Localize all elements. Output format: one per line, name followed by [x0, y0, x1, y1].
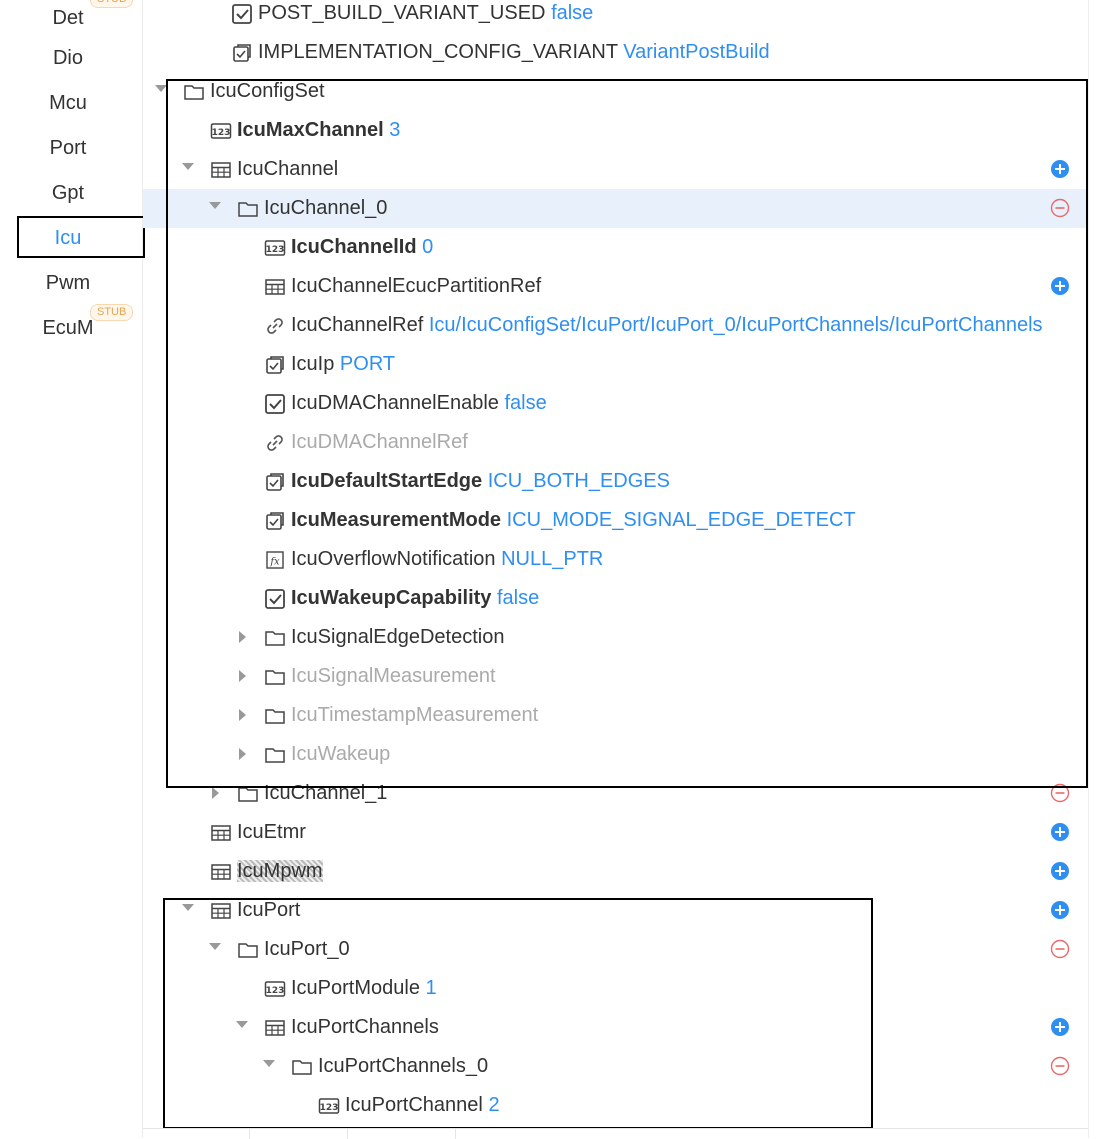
tree-node-label[interactable]: POST_BUILD_VARIANT_USED false — [258, 0, 593, 33]
tree-row-icu-etmr[interactable]: IcuEtmr — [143, 813, 1088, 852]
sidebar-item-gpt[interactable]: Gpt — [0, 175, 136, 211]
add-circle-icon[interactable] — [1050, 861, 1070, 881]
add-circle-icon[interactable] — [1050, 822, 1070, 842]
sidebar-item-label: Mcu — [49, 92, 87, 114]
sidebar-item-label: Pwm — [45, 272, 91, 294]
sidebar-item-label: Dio — [52, 47, 83, 69]
tree-node-label[interactable]: IMPLEMENTATION_CONFIG_VARIANT VariantPos… — [258, 33, 770, 72]
tree-node-name: IcuEtmr — [237, 821, 306, 843]
checkbox-icon — [231, 3, 253, 25]
tree-node-value[interactable]: VariantPostBuild — [623, 41, 769, 63]
tree-row-implementation-config-variant[interactable]: IMPLEMENTATION_CONFIG_VARIANT VariantPos… — [143, 33, 1088, 72]
sidebar-item-dio[interactable]: Dio — [0, 40, 136, 76]
bottom-tab-strip — [143, 1128, 1088, 1139]
annotation-frame-icu-config-set — [166, 79, 1088, 788]
remove-circle-icon[interactable] — [1050, 1056, 1070, 1076]
sidebar-item-label: Gpt — [51, 182, 85, 204]
enum-icon — [231, 42, 253, 64]
module-sidebar: DetSTUBDioMcuPortGptIcuPwmEcuMSTUB — [0, 0, 143, 1138]
sidebar-item-mcu[interactable]: Mcu — [0, 85, 136, 121]
tree-row-post-build-variant-used[interactable]: POST_BUILD_VARIANT_USED false — [143, 0, 1088, 33]
tree-node-name: IMPLEMENTATION_CONFIG_VARIANT — [258, 41, 618, 63]
tree-row-icu-mpwm[interactable]: IcuMpwm — [143, 852, 1088, 891]
add-circle-icon[interactable] — [1050, 900, 1070, 920]
sidebar-item-pwm[interactable]: Pwm — [0, 265, 136, 301]
tree-node-label[interactable]: IcuMpwm — [237, 852, 323, 891]
stub-badge: STUB — [90, 304, 134, 321]
active-module-highlight-box — [17, 216, 145, 258]
tree-node-name: POST_BUILD_VARIANT_USED — [258, 2, 546, 24]
sidebar-item-label: EcuM — [42, 317, 94, 339]
annotation-frame-icu-port — [163, 898, 873, 1129]
add-circle-icon[interactable] — [1050, 1017, 1070, 1037]
table-icon — [210, 861, 232, 883]
remove-circle-icon[interactable] — [1050, 939, 1070, 959]
tree-node-name: IcuMpwm — [237, 860, 323, 882]
stub-badge: STUB — [90, 0, 134, 8]
sidebar-item-port[interactable]: Port — [0, 130, 136, 166]
tree-node-value[interactable]: false — [551, 2, 593, 24]
sidebar-item-label: Port — [49, 137, 87, 159]
expand-arrow-right-icon[interactable] — [212, 787, 219, 799]
table-icon — [210, 822, 232, 844]
vertical-scrollbar[interactable] — [1088, 0, 1100, 1138]
sidebar-item-label: Det — [52, 7, 84, 29]
tree-node-label[interactable]: IcuEtmr — [237, 813, 306, 852]
